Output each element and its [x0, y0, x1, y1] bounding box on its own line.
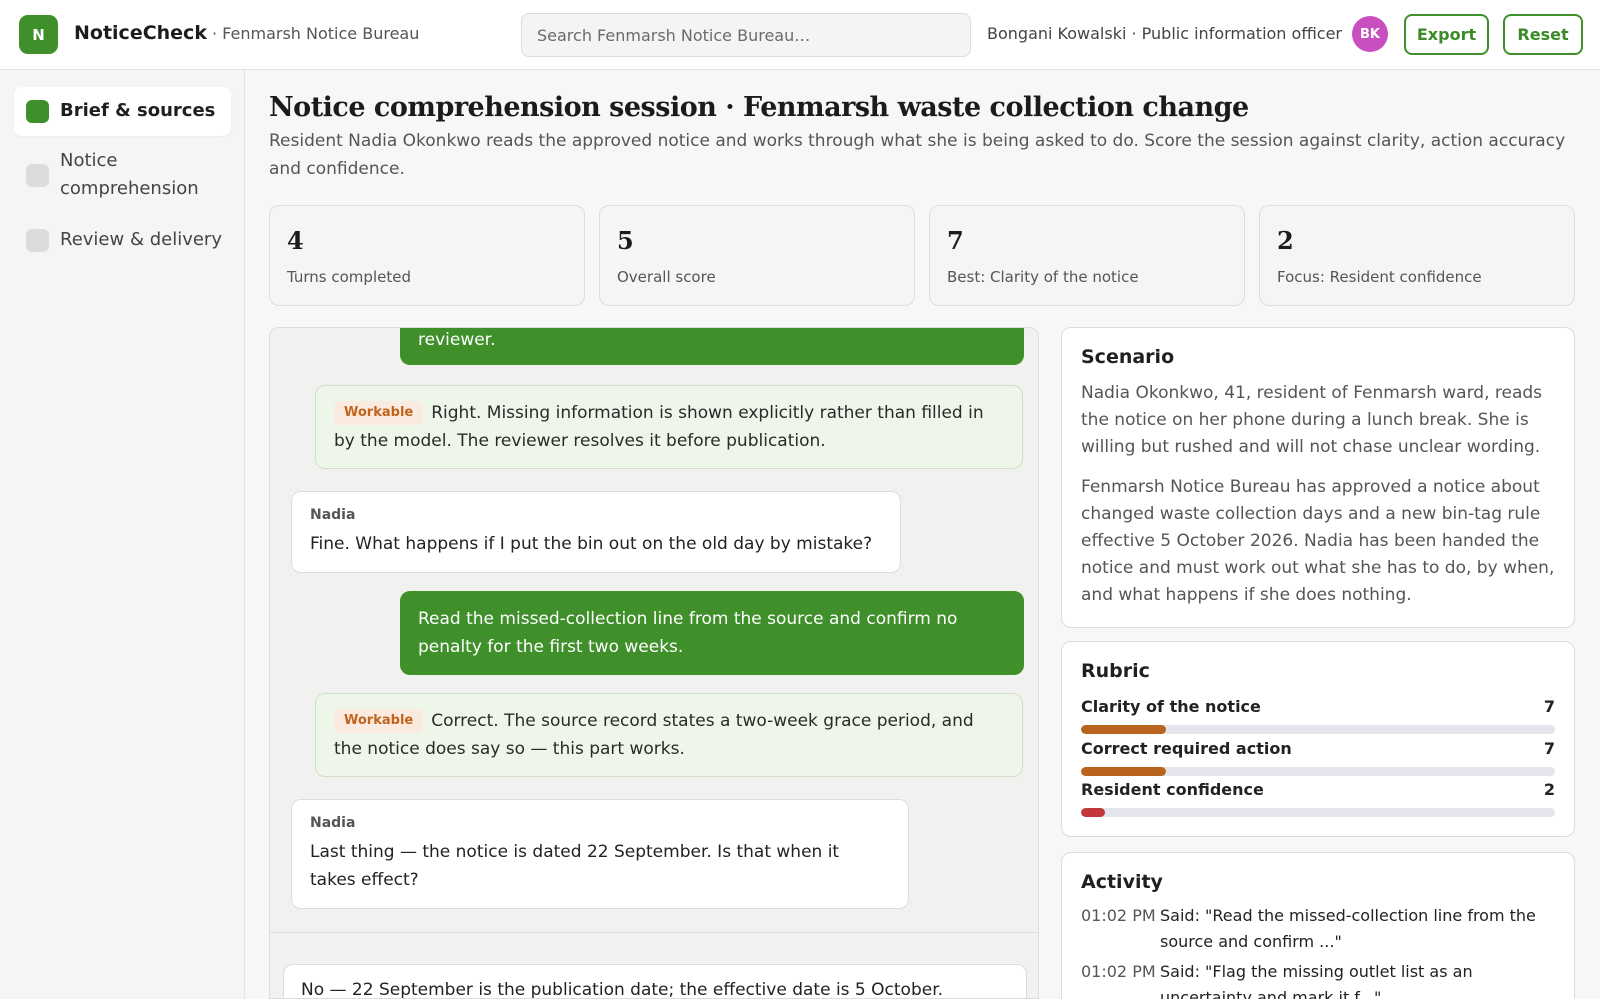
message-text: Last thing — the notice is dated 22 Sept…: [310, 842, 840, 890]
avatar[interactable]: BK: [1352, 16, 1388, 52]
rubric-row: Resident confidence 2: [1081, 780, 1555, 820]
rubric-row: Correct required action 7: [1081, 739, 1555, 779]
message-text: Fine. What happens if I put the bin out …: [310, 534, 873, 554]
score-bar-fill: [1081, 767, 1167, 776]
message-evaluation: Workable Right. Missing information is sh…: [315, 385, 1023, 469]
stat-card-focus: 2 Focus: Resident confidence: [1259, 205, 1575, 306]
status-badge: Workable: [334, 401, 424, 425]
step-indicator-icon: [26, 100, 49, 123]
stat-label: Best: Clarity of the notice: [947, 268, 1139, 286]
export-button[interactable]: Export: [1404, 14, 1489, 55]
activity-time: 01:02 PM: [1081, 906, 1156, 925]
step-indicator-icon: [26, 164, 49, 187]
message-text: reviewer.: [418, 330, 496, 350]
stat-label: Focus: Resident confidence: [1277, 268, 1482, 286]
score-bar: [1081, 725, 1555, 734]
rubric-label: Resident confidence: [1081, 780, 1264, 799]
message-text: Right. Missing information is shown expl…: [334, 403, 984, 451]
message-evaluation: Workable Correct. The source record state…: [315, 693, 1023, 777]
sidebar-item-notice-comprehension[interactable]: Notice comprehension: [14, 145, 231, 207]
scenario-paragraph: Fenmarsh Notice Bureau has approved a no…: [1081, 477, 1555, 605]
activity-time: 01:02 PM: [1081, 962, 1156, 981]
card-title: Activity: [1081, 871, 1163, 893]
card-title: Scenario: [1081, 346, 1175, 368]
stat-label: Overall score: [617, 268, 716, 286]
message-resident: Nadia Fine. What happens if I put the bi…: [291, 491, 901, 573]
speaker-name: Nadia: [310, 507, 356, 523]
app-logo: N: [19, 15, 58, 54]
score-bar-fill: [1081, 725, 1167, 734]
message-text: Read the missed-collection line from the…: [418, 609, 958, 657]
stat-value: 2: [1277, 226, 1294, 255]
card-title: Rubric: [1081, 660, 1150, 682]
rubric-card: Rubric Clarity of the notice 7 Correct r…: [1061, 641, 1575, 837]
app-name: NoticeCheck: [74, 22, 207, 44]
stat-card-turns: 4 Turns completed: [269, 205, 585, 306]
reply-input[interactable]: No — 22 September is the publication dat…: [283, 964, 1027, 998]
stat-value: 4: [287, 226, 304, 255]
activity-text: Said: "Flag the missing outlet list as a…: [1160, 962, 1473, 999]
scenario-card: Scenario Nadia Okonkwo, 41, resident of …: [1061, 327, 1575, 628]
stat-card-overall-score: 5 Overall score: [599, 205, 915, 306]
org-name: · Fenmarsh Notice Bureau: [212, 24, 420, 43]
rubric-row: Clarity of the notice 7: [1081, 697, 1555, 737]
rubric-label: Correct required action: [1081, 739, 1292, 758]
score-bar-fill: [1081, 808, 1105, 817]
user-name: Bongani Kowalski · Public information of…: [987, 24, 1343, 43]
message-resident: Nadia Last thing — the notice is dated 2…: [291, 799, 909, 909]
rubric-value: 2: [1543, 780, 1555, 799]
speaker-name: Nadia: [310, 815, 356, 831]
top-bar: N NoticeCheck · Fenmarsh Notice Bureau B…: [0, 0, 1600, 70]
sidebar-item-review-delivery[interactable]: Review & delivery: [14, 220, 231, 260]
rubric-label: Clarity of the notice: [1081, 697, 1261, 716]
message-user: Read the missed-collection line from the…: [400, 591, 1024, 675]
stat-label: Turns completed: [287, 268, 411, 286]
rubric-value: 7: [1543, 739, 1555, 758]
activity-text: Said: "Read the missed-collection line f…: [1160, 906, 1536, 951]
sidebar: Brief & sources Notice comprehension Rev…: [0, 70, 245, 999]
stat-value: 7: [947, 226, 964, 255]
search-input[interactable]: [521, 13, 971, 57]
score-bar: [1081, 808, 1555, 817]
scenario-paragraph: Nadia Okonkwo, 41, resident of Fenmarsh …: [1081, 383, 1543, 457]
reset-button[interactable]: Reset: [1503, 14, 1583, 55]
divider: [270, 932, 1038, 933]
message-user: reviewer.: [400, 328, 1024, 365]
stat-card-best: 7 Best: Clarity of the notice: [929, 205, 1245, 306]
sidebar-item-label: Brief & sources: [60, 100, 216, 121]
page-subtitle: Resident Nadia Okonkwo reads the approve…: [269, 131, 1566, 179]
sidebar-item-label: Notice comprehension: [60, 150, 199, 199]
score-bar: [1081, 767, 1555, 776]
message-text: Correct. The source record states a two-…: [334, 711, 974, 759]
rubric-value: 7: [1543, 697, 1555, 716]
chat-transcript[interactable]: reviewer. Workable Right. Missing informa…: [269, 327, 1039, 999]
stat-value: 5: [617, 226, 634, 255]
step-indicator-icon: [26, 229, 49, 252]
activity-card: Activity 01:02 PM Said: "Read the missed…: [1061, 852, 1575, 999]
status-badge: Workable: [334, 709, 424, 733]
sidebar-item-brief-sources[interactable]: Brief & sources: [14, 87, 231, 136]
page-title: Notice comprehension session · Fenmarsh …: [269, 92, 1249, 123]
sidebar-item-label: Review & delivery: [60, 229, 222, 250]
